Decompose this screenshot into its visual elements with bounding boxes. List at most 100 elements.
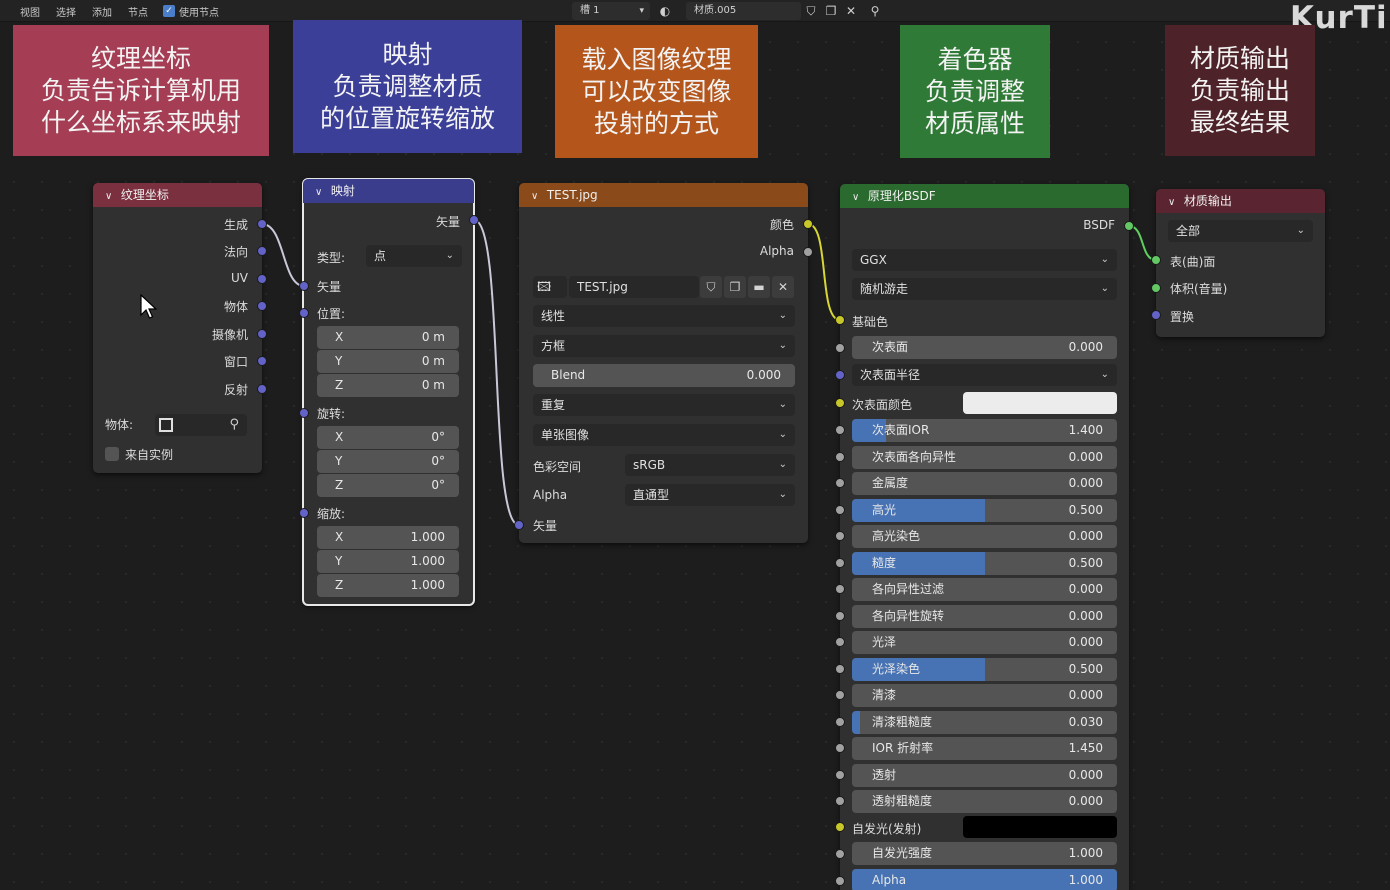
use-nodes-checkbox[interactable]: ✓ bbox=[163, 5, 175, 17]
rotation-y-field[interactable]: Y 0° bbox=[317, 450, 459, 473]
material-name-field[interactable]: 材质.005 bbox=[686, 2, 801, 20]
bsdf-input-socket[interactable] bbox=[835, 343, 845, 353]
socket-volume[interactable] bbox=[1151, 283, 1161, 293]
bsdf-field[interactable]: 高光 0.500 bbox=[852, 498, 1117, 522]
duplicate-icon[interactable]: ❐ bbox=[724, 276, 746, 298]
scale-x-field[interactable]: X 1.000 bbox=[317, 526, 459, 549]
node-header[interactable]: ∨ 原理化BSDF bbox=[840, 184, 1129, 208]
collapse-chevron-icon[interactable]: ∨ bbox=[315, 181, 327, 205]
interpolation-dropdown[interactable]: 线性 ⌄ bbox=[533, 305, 795, 327]
material-output-node[interactable]: ∨ 材质输出 全部 ⌄ 表(曲)面 体积(音量) 置换 bbox=[1156, 189, 1325, 337]
bsdf-field[interactable]: 各向异性过滤 0.000 bbox=[852, 578, 1117, 601]
bsdf-field[interactable]: 各向异性旋转 0.000 bbox=[852, 604, 1117, 628]
bsdf-field[interactable]: 金属度 0.000 bbox=[852, 472, 1117, 495]
scale-y-field[interactable]: Y 1.000 bbox=[317, 550, 459, 573]
bsdf-input-socket[interactable] bbox=[835, 637, 845, 647]
image-texture-node[interactable]: ∨ TEST.jpg 颜色 Alpha 🖾 TEST.jpg ⛉ ❐ ▬ ✕ 线… bbox=[519, 183, 808, 543]
bsdf-field[interactable]: 次表面IOR 1.400 bbox=[852, 419, 1117, 442]
bsdf-input-socket[interactable] bbox=[835, 398, 845, 408]
image-browse-button[interactable]: 🖾 bbox=[533, 276, 567, 298]
fake-user-shield-icon[interactable]: ⛉ bbox=[803, 3, 819, 19]
socket-bsdf-out[interactable] bbox=[1124, 221, 1134, 231]
blend-field[interactable]: Blend 0.000 bbox=[533, 364, 795, 387]
bsdf-input-socket[interactable] bbox=[835, 451, 845, 462]
socket-rotation[interactable] bbox=[299, 408, 309, 418]
subsurface-color-swatch[interactable] bbox=[963, 392, 1117, 414]
image-name-field[interactable]: TEST.jpg bbox=[569, 276, 699, 298]
menu-view[interactable]: 视图 bbox=[20, 4, 40, 19]
bsdf-field[interactable]: 次表面各向异性 0.000 bbox=[852, 445, 1117, 469]
bsdf-input-socket[interactable] bbox=[835, 370, 845, 380]
menu-node[interactable]: 节点 bbox=[128, 4, 148, 19]
alpha-field[interactable]: Alpha 1.000 bbox=[852, 869, 1117, 890]
bsdf-field[interactable]: 光泽 0.000 bbox=[852, 631, 1117, 654]
scale-z-field[interactable]: Z 1.000 bbox=[317, 574, 459, 597]
bsdf-input-socket[interactable] bbox=[835, 557, 845, 568]
socket-image-in-vector[interactable] bbox=[514, 520, 524, 530]
bsdf-field[interactable]: 光泽染色 0.500 bbox=[852, 657, 1117, 681]
bsdf-input-socket[interactable] bbox=[835, 716, 845, 727]
slot-selector[interactable]: 槽 1 ▾ bbox=[572, 2, 650, 20]
bsdf-field[interactable]: IOR 折射率 1.450 bbox=[852, 737, 1117, 760]
bsdf-input-socket[interactable] bbox=[835, 769, 845, 780]
bsdf-field[interactable]: 清漆 0.000 bbox=[852, 684, 1117, 707]
colorspace-dropdown[interactable]: sRGB ⌄ bbox=[625, 454, 795, 476]
node-header[interactable]: ∨ 映射 bbox=[303, 179, 474, 203]
node-header[interactable]: ∨ 纹理坐标 bbox=[93, 183, 262, 207]
location-x-field[interactable]: X0 m bbox=[317, 326, 459, 349]
emission-color-swatch[interactable] bbox=[963, 816, 1117, 838]
bsdf-input-socket[interactable] bbox=[835, 690, 845, 700]
socket-mapping-in-vector[interactable] bbox=[299, 281, 309, 291]
socket-reflection[interactable] bbox=[257, 384, 267, 394]
collapse-chevron-icon[interactable]: ∨ bbox=[531, 185, 543, 209]
node-editor-canvas[interactable]: 视图 选择 添加 节点 ✓ 使用节点 槽 1 ▾ ◐ 材质.005 ⛉ ❐ ✕ … bbox=[0, 0, 1390, 890]
subsurface-method-dropdown[interactable]: 随机游走 ⌄ bbox=[852, 278, 1117, 300]
distribution-dropdown[interactable]: GGX ⌄ bbox=[852, 249, 1117, 271]
socket-location[interactable] bbox=[299, 308, 309, 318]
collapse-chevron-icon[interactable]: ∨ bbox=[105, 185, 117, 209]
bsdf-input-socket[interactable] bbox=[835, 849, 845, 859]
bsdf-field[interactable]: 高光染色 0.000 bbox=[852, 525, 1117, 548]
socket-scale[interactable] bbox=[299, 508, 309, 518]
collapse-chevron-icon[interactable]: ∨ bbox=[852, 186, 864, 210]
rotation-x-field[interactable]: X 0° bbox=[317, 426, 459, 449]
bsdf-field[interactable]: 糙度 0.500 bbox=[852, 551, 1117, 575]
material-sphere-icon[interactable]: ◐ bbox=[657, 3, 673, 19]
extension-dropdown[interactable]: 重复 ⌄ bbox=[533, 394, 795, 416]
bsdf-field[interactable]: 透射粗糙度 0.000 bbox=[852, 790, 1117, 813]
subsurface-radius-dropdown[interactable]: 次表面半径 ⌄ bbox=[852, 364, 1117, 386]
eyedropper-icon[interactable]: ⚲ bbox=[229, 414, 239, 436]
texture-coordinate-node[interactable]: ∨ 纹理坐标 生成 法向 UV 物体 摄像机 窗口 反射 物体: ⚲ 来自实例 bbox=[93, 183, 262, 473]
source-dropdown[interactable]: 单张图像 ⌄ bbox=[533, 424, 795, 446]
collapse-chevron-icon[interactable]: ∨ bbox=[1168, 191, 1180, 215]
alpha-mode-dropdown[interactable]: 直通型 ⌄ bbox=[625, 484, 795, 506]
location-z-field[interactable]: Z0 m bbox=[317, 374, 459, 397]
menu-select[interactable]: 选择 bbox=[56, 4, 76, 19]
socket-displacement[interactable] bbox=[1151, 310, 1161, 320]
target-dropdown[interactable]: 全部 ⌄ bbox=[1168, 220, 1313, 242]
socket-normal[interactable] bbox=[257, 246, 267, 256]
pin-icon[interactable]: ⚲ bbox=[867, 3, 883, 19]
duplicate-icon[interactable]: ❐ bbox=[823, 3, 839, 19]
socket-uv[interactable] bbox=[257, 274, 267, 284]
bsdf-input-socket[interactable] bbox=[835, 743, 845, 753]
node-header[interactable]: ∨ TEST.jpg bbox=[519, 183, 808, 207]
socket-object[interactable] bbox=[257, 301, 267, 311]
bsdf-input-socket[interactable] bbox=[835, 876, 845, 886]
subsurface-field[interactable]: 次表面 0.000 bbox=[852, 336, 1117, 359]
open-folder-icon[interactable]: ▬ bbox=[748, 276, 770, 298]
mapping-node[interactable]: ∨ 映射 矢量 类型: 点 ⌄ 矢量 位置: X0 m Y0 m Z0 m 旋转… bbox=[302, 178, 475, 606]
object-picker[interactable]: ⚲ bbox=[155, 414, 247, 436]
bsdf-field[interactable]: 清漆粗糙度 0.030 bbox=[852, 710, 1117, 734]
bsdf-input-socket[interactable] bbox=[835, 796, 845, 806]
bsdf-field[interactable]: 透射 0.000 bbox=[852, 763, 1117, 787]
from-instancer-checkbox[interactable] bbox=[105, 447, 119, 461]
projection-dropdown[interactable]: 方框 ⌄ bbox=[533, 335, 795, 357]
socket-camera[interactable] bbox=[257, 329, 267, 339]
node-header[interactable]: ∨ 材质输出 bbox=[1156, 189, 1325, 213]
socket-surface[interactable] bbox=[1151, 255, 1161, 265]
bsdf-input-socket[interactable] bbox=[835, 531, 845, 541]
fake-user-shield-icon[interactable]: ⛉ bbox=[700, 276, 722, 298]
emission-strength-field[interactable]: 自发光强度 1.000 bbox=[852, 842, 1117, 865]
bsdf-input-socket[interactable] bbox=[835, 504, 845, 515]
